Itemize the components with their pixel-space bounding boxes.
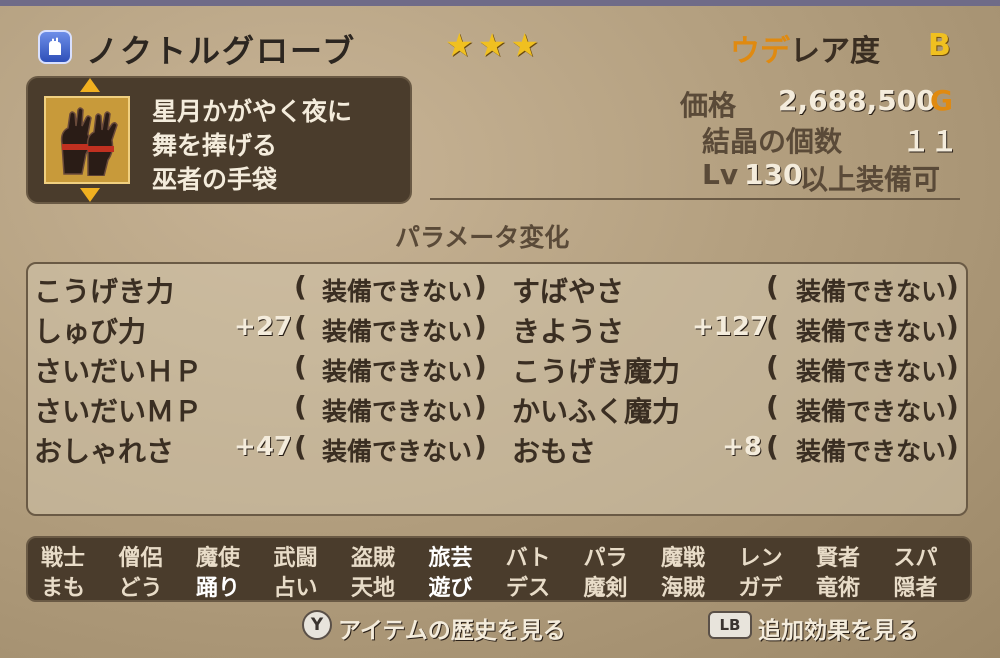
param-value: +127 (692, 312, 769, 342)
level-value: 130 (744, 158, 803, 191)
paren-close: ) (474, 430, 487, 463)
params-title: パラメータ変化 (395, 223, 570, 252)
job-row1-3: 武闘 (273, 546, 318, 571)
glove-category-icon (38, 30, 72, 64)
level-suffix: 以上装備可 (800, 163, 941, 196)
param-status: 装備できない (796, 277, 947, 306)
rarity-text: レア度 (790, 34, 880, 69)
param-name: おもさ (512, 435, 597, 468)
param-status: 装備できない (322, 317, 473, 346)
job-row1-4: 盗賊 (350, 546, 395, 571)
paren-open: ( (766, 350, 779, 383)
param-status: 装備できない (322, 437, 473, 466)
param-status: 装備できない (796, 397, 947, 426)
scroll-up-arrow-icon[interactable] (80, 78, 100, 92)
paren-open: ( (766, 430, 779, 463)
description-line-1: 星月かがやく夜に (152, 97, 353, 126)
crystal-label: 結晶の個数 (702, 125, 843, 158)
param-name: すばやさ (512, 275, 625, 308)
item-image (44, 96, 130, 184)
rarity-grade: B (928, 28, 951, 63)
equip-slot-label: ウデ (730, 34, 790, 69)
paren-open: ( (294, 270, 307, 303)
paren-close: ) (474, 350, 487, 383)
job-row2-2: 踊り (195, 576, 240, 601)
job-row1-2: 魔使 (195, 546, 240, 571)
paren-close: ) (946, 350, 959, 383)
job-row2-11: 隠者 (893, 576, 938, 601)
level-prefix: Lv (702, 158, 739, 191)
job-row1-11: スパ (893, 546, 938, 571)
param-status: 装備できない (796, 317, 947, 346)
param-status: 装備できない (322, 397, 473, 426)
job-row1-5: 旅芸 (428, 546, 473, 571)
paren-open: ( (766, 270, 779, 303)
param-value: +47 (234, 432, 292, 462)
job-row1-7: パラ (583, 546, 628, 571)
item-history-button[interactable]: アイテムの歴史を見る (338, 611, 566, 645)
job-row2-9: ガデ (738, 576, 783, 601)
param-value: +8 (722, 432, 762, 462)
job-row2-1: どう (118, 576, 163, 601)
job-row1-6: バト (505, 546, 551, 571)
divider (430, 198, 960, 200)
paren-open: ( (294, 430, 307, 463)
crystal-value: １１ (902, 125, 959, 158)
description-line-2: 舞を捧げる (152, 131, 278, 160)
param-name: さいだいＭＰ (34, 395, 203, 428)
job-row2-3: 占い (273, 576, 318, 601)
param-name: こうげき力 (34, 275, 175, 308)
paren-open: ( (294, 310, 307, 343)
param-value: +27 (234, 312, 292, 342)
paren-close: ) (474, 310, 487, 343)
item-name: ノクトルグローブ (86, 32, 357, 70)
scroll-down-arrow-icon[interactable] (80, 188, 100, 202)
paren-close: ) (946, 270, 959, 303)
lb-button-icon[interactable]: LB (708, 611, 752, 639)
paren-close: ) (946, 430, 959, 463)
job-row2-6: デス (505, 576, 550, 601)
paren-close: ) (474, 390, 487, 423)
param-status: 装備できない (796, 437, 947, 466)
paren-open: ( (294, 350, 307, 383)
param-name: しゅび力 (34, 315, 147, 348)
param-name: かいふく魔力 (512, 395, 681, 428)
rarity-stars: ★★★ (445, 26, 544, 64)
job-row1-0: 戦士 (40, 546, 85, 571)
param-name: さいだいＨＰ (34, 355, 203, 388)
price-label: 価格 (680, 89, 737, 122)
paren-open: ( (766, 390, 779, 423)
job-row1-9: レン (738, 546, 783, 571)
paren-close: ) (946, 390, 959, 423)
job-row1-10: 賢者 (815, 546, 860, 571)
param-name: おしゃれさ (34, 435, 175, 468)
paren-open: ( (766, 310, 779, 343)
glove-image-icon (60, 107, 118, 176)
job-row2-8: 海賊 (660, 576, 705, 601)
job-row2-10: 竜術 (815, 576, 860, 601)
rarity-label: ウデレア度 (730, 26, 880, 70)
param-status: 装備できない (796, 357, 947, 386)
param-status: 装備できない (322, 357, 473, 386)
param-name: こうげき魔力 (512, 355, 681, 388)
job-row1-8: 魔戦 (660, 546, 705, 571)
paren-close: ) (946, 310, 959, 343)
price-value: 2,688,500 (778, 84, 936, 117)
param-status: 装備できない (322, 277, 473, 306)
paren-close: ) (474, 270, 487, 303)
job-row1-1: 僧侶 (118, 546, 163, 571)
price-unit: G (930, 84, 953, 117)
item-detail-panel: ノクトルグローブ ★★★ ウデレア度 B 星月かがやく夜に 舞を捧げる 巫者の手… (0, 0, 1000, 658)
extra-effect-button[interactable]: 追加効果を見る (758, 611, 919, 645)
paren-open: ( (294, 390, 307, 423)
job-row2-7: 魔剣 (583, 576, 628, 601)
y-button-icon[interactable]: Y (302, 610, 332, 640)
description-line-3: 巫者の手袋 (152, 165, 278, 194)
job-row2-5: 遊び (428, 576, 473, 601)
job-row2-4: 天地 (350, 576, 395, 601)
job-row2-0: まも (40, 576, 85, 601)
param-name: きようさ (512, 315, 625, 348)
